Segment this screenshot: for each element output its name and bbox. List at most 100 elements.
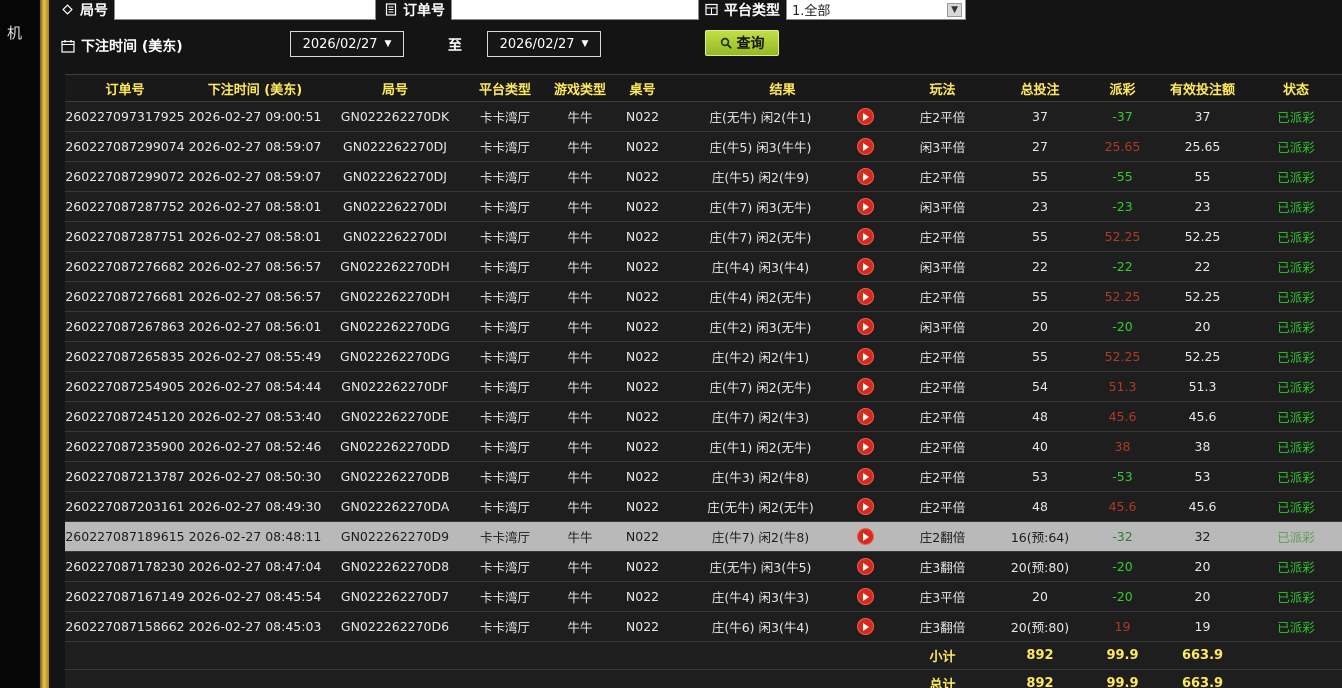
replay-video-icon[interactable] xyxy=(857,468,874,485)
cell-valid-bet: 22 xyxy=(1155,252,1250,281)
status-badge: 已派彩 xyxy=(1250,462,1342,491)
cell-round-id: GN022262270DH xyxy=(325,252,465,281)
replay-video-icon[interactable] xyxy=(857,168,874,185)
order-number-filter: 订单号 xyxy=(385,0,699,20)
accent-divider xyxy=(40,0,49,688)
chevron-down-icon: ▼ xyxy=(947,3,962,17)
cell-result: 庄(无牛) 闲3(牛5) xyxy=(670,552,895,581)
empty-cell xyxy=(1250,642,1342,669)
cell-order-id: 260227087265835 xyxy=(65,342,185,371)
cell-play-type: 庄2平倍 xyxy=(895,342,990,371)
replay-video-icon[interactable] xyxy=(857,228,874,245)
cell-payout: -32 xyxy=(1090,522,1155,551)
cell-valid-bet: 38 xyxy=(1155,432,1250,461)
round-number-filter: 局号 xyxy=(61,0,376,20)
cell-bet-time: 2026-02-27 08:52:46 xyxy=(185,432,325,461)
bet-time-filter: 下注时间 (美东) xyxy=(61,36,183,56)
table-row[interactable]: 2602270872359002026-02-27 08:52:46GN0222… xyxy=(65,432,1342,462)
table-row[interactable]: 2602270872031612026-02-27 08:49:30GN0222… xyxy=(65,492,1342,522)
cell-payout: 52.25 xyxy=(1090,342,1155,371)
replay-video-icon[interactable] xyxy=(857,258,874,275)
replay-video-icon[interactable] xyxy=(857,438,874,455)
table-row[interactable]: 2602270872766812026-02-27 08:56:57GN0222… xyxy=(65,282,1342,312)
date-to-button[interactable]: 2026/02/27 ▼ xyxy=(487,31,601,57)
table-row[interactable]: 2602270872658352026-02-27 08:55:49GN0222… xyxy=(65,342,1342,372)
subtotal-row: 小计89299.9663.9 xyxy=(65,642,1342,670)
table-row[interactable]: 2602270872877522026-02-27 08:58:01GN0222… xyxy=(65,192,1342,222)
cell-game-type: 牛牛 xyxy=(545,612,615,641)
order-number-input[interactable] xyxy=(451,0,699,20)
replay-video-icon[interactable] xyxy=(857,318,874,335)
cell-bet-time: 2026-02-27 08:53:40 xyxy=(185,402,325,431)
column-header: 派彩 xyxy=(1090,75,1155,101)
replay-video-icon[interactable] xyxy=(857,138,874,155)
cell-platform: 卡卡湾厅 xyxy=(465,192,545,221)
platform-type-select[interactable]: 1.全部 ▼ xyxy=(786,0,966,20)
table-row[interactable]: 2602270872549052026-02-27 08:54:44GN0222… xyxy=(65,372,1342,402)
table-row[interactable]: 2602270871671492026-02-27 08:45:54GN0222… xyxy=(65,582,1342,612)
cell-table-no: N022 xyxy=(615,552,670,581)
replay-video-icon[interactable] xyxy=(857,528,874,545)
result-text: 庄(牛7) 闲2(牛3) xyxy=(670,407,851,426)
cell-game-type: 牛牛 xyxy=(545,342,615,371)
status-badge: 已派彩 xyxy=(1250,552,1342,581)
result-text: 庄(牛3) 闲2(牛8) xyxy=(670,467,851,486)
cell-round-id: GN022262270DG xyxy=(325,342,465,371)
status-badge: 已派彩 xyxy=(1250,162,1342,191)
replay-video-icon[interactable] xyxy=(857,588,874,605)
cell-play-type: 庄2平倍 xyxy=(895,162,990,191)
app-root: 机 局号 订单号 平台类型 xyxy=(0,0,1342,688)
replay-video-icon[interactable] xyxy=(857,408,874,425)
status-badge: 已派彩 xyxy=(1250,252,1342,281)
filter-bar: 局号 订单号 平台类型 1.全部 ▼ xyxy=(49,0,1342,72)
table-row[interactable]: 2602270872451202026-02-27 08:53:40GN0222… xyxy=(65,402,1342,432)
replay-video-icon[interactable] xyxy=(857,618,874,635)
cell-game-type: 牛牛 xyxy=(545,372,615,401)
replay-video-icon[interactable] xyxy=(857,288,874,305)
table-row[interactable]: 2602270872678632026-02-27 08:56:01GN0222… xyxy=(65,312,1342,342)
table-row[interactable]: 2602270973179252026-02-27 09:00:51GN0222… xyxy=(65,102,1342,132)
cell-total-bet: 37 xyxy=(990,102,1090,131)
cell-play-type: 庄2翻倍 xyxy=(895,522,990,551)
replay-video-icon[interactable] xyxy=(857,378,874,395)
table-row[interactable]: 2602270871896152026-02-27 08:48:11GN0222… xyxy=(65,522,1342,552)
table-row[interactable]: 2602270871586622026-02-27 08:45:03GN0222… xyxy=(65,612,1342,642)
status-badge: 已派彩 xyxy=(1250,432,1342,461)
cell-payout: -23 xyxy=(1090,192,1155,221)
cell-platform: 卡卡湾厅 xyxy=(465,582,545,611)
cell-valid-bet: 45.6 xyxy=(1155,402,1250,431)
result-text: 庄(牛1) 闲2(无牛) xyxy=(670,437,851,456)
cell-play-type: 闲3平倍 xyxy=(895,252,990,281)
cell-game-type: 牛牛 xyxy=(545,462,615,491)
table-row[interactable]: 2602270872137872026-02-27 08:50:30GN0222… xyxy=(65,462,1342,492)
cell-valid-bet: 51.3 xyxy=(1155,372,1250,401)
total-row-payout: 99.9 xyxy=(1090,670,1155,688)
query-button[interactable]: 查询 xyxy=(705,30,779,56)
replay-video-icon[interactable] xyxy=(857,198,874,215)
status-badge: 已派彩 xyxy=(1250,282,1342,311)
replay-video-icon[interactable] xyxy=(857,108,874,125)
cell-total-bet: 16(预:64) xyxy=(990,522,1090,551)
cell-payout: -53 xyxy=(1090,462,1155,491)
table-row[interactable]: 2602270872877512026-02-27 08:58:01GN0222… xyxy=(65,222,1342,252)
cell-payout: -37 xyxy=(1090,102,1155,131)
date-from-button[interactable]: 2026/02/27 ▼ xyxy=(290,31,404,57)
round-number-input[interactable] xyxy=(114,0,376,20)
cell-round-id: GN022262270D8 xyxy=(325,552,465,581)
cell-table-no: N022 xyxy=(615,342,670,371)
column-header: 有效投注额 xyxy=(1155,75,1250,101)
cell-play-type: 庄2平倍 xyxy=(895,102,990,131)
replay-video-icon[interactable] xyxy=(857,348,874,365)
table-row[interactable]: 2602270872990742026-02-27 08:59:07GN0222… xyxy=(65,132,1342,162)
chevron-down-icon: ▼ xyxy=(385,39,392,49)
cell-payout: -20 xyxy=(1090,582,1155,611)
replay-video-icon[interactable] xyxy=(857,558,874,575)
replay-video-icon[interactable] xyxy=(857,498,874,515)
table-row[interactable]: 2602270872990722026-02-27 08:59:07GN0222… xyxy=(65,162,1342,192)
cell-bet-time: 2026-02-27 08:54:44 xyxy=(185,372,325,401)
table-row[interactable]: 2602270871782302026-02-27 08:47:04GN0222… xyxy=(65,552,1342,582)
cell-play-type: 庄2平倍 xyxy=(895,462,990,491)
column-header: 玩法 xyxy=(895,75,990,101)
cell-round-id: GN022262270D7 xyxy=(325,582,465,611)
table-row[interactable]: 2602270872766822026-02-27 08:56:57GN0222… xyxy=(65,252,1342,282)
